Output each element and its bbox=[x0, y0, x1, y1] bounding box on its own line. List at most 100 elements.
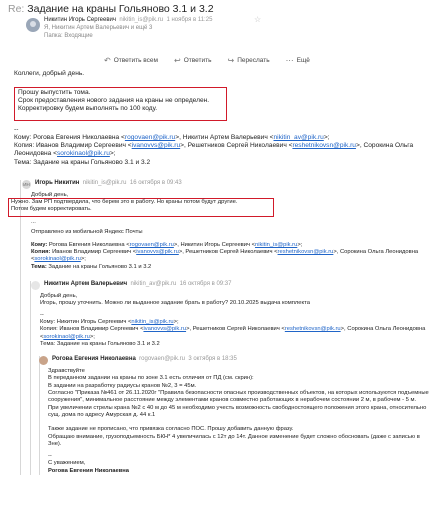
avatar bbox=[31, 281, 40, 291]
recipients-line[interactable]: Я, Никитин Артем Валерьевич и ещё 3 bbox=[44, 25, 152, 31]
meta-cc-name: Иванов Владимир Сергеевич bbox=[59, 326, 139, 333]
meta-topic-text: Задание на краны Гольяново 3.1 и 3.2 bbox=[48, 263, 152, 270]
quote-date: 16 октября в 09:37 bbox=[179, 281, 232, 288]
forward-label: Переслать bbox=[237, 56, 270, 64]
email-link[interactable]: reshetnikovsn@pik.ru bbox=[292, 142, 356, 149]
reply-line: Потом будем корректировать. bbox=[11, 206, 92, 213]
highlighted-request: Прошу выпустить тома. Срок предоставлени… bbox=[14, 87, 227, 121]
quote-email[interactable]: nikitin_is@pik.ru bbox=[83, 180, 127, 186]
meta-cc: Копия: Иванов Владимир Сергеевич <ivanov… bbox=[14, 142, 414, 158]
quote-greeting: Добрый день, bbox=[40, 293, 78, 300]
quote-header: Рогова Евгения Николаевна rogovaen@pik.r… bbox=[39, 356, 440, 366]
sender-email[interactable]: nikitin_is@pik.ru bbox=[119, 17, 163, 23]
star-icon[interactable]: ☆ bbox=[254, 15, 261, 24]
meta-cc-label: Копия: bbox=[31, 249, 51, 256]
more-icon: ⋯ bbox=[285, 55, 294, 65]
meta-cc-label: Копия: bbox=[14, 142, 35, 150]
quote-meta-topic: Тема: Задание на краны Гольяново 3.1 и 3… bbox=[40, 341, 440, 348]
quote-line: сооружения", минимальное расстояние межд… bbox=[48, 397, 417, 404]
meta-to-label: Кому: bbox=[40, 318, 56, 325]
email-link[interactable]: reshetnikovsn@pik.ru bbox=[278, 249, 334, 255]
more-button[interactable]: ⋯ Ещё bbox=[286, 56, 310, 65]
reply-all-button[interactable]: ↶ Ответить всем bbox=[104, 56, 158, 65]
meta-cc-name: , Решетников Сергей Николаевич bbox=[184, 142, 287, 150]
quote-meta-cc: Копия: Иванов Владимир Сергеевич <ivanov… bbox=[31, 249, 419, 263]
quoted-message: Никитин Артем Валерьевич nikitin_av@pik.… bbox=[30, 281, 440, 476]
reply-line: Нужно. Зам РП подтвердила, что берем это… bbox=[11, 199, 238, 205]
quote-text: Игорь, прошу уточнить. Можно ли выданное… bbox=[40, 300, 310, 307]
quote-line: Зне). bbox=[48, 440, 62, 447]
email-link[interactable]: reshetnikovsn@pik.ru bbox=[285, 326, 341, 332]
quote-email[interactable]: rogovaen@pik.ru bbox=[139, 356, 185, 362]
email-link[interactable]: rogovaen@pik.ru bbox=[125, 134, 175, 141]
email-link[interactable]: nikitin_is@pik.ru bbox=[131, 319, 173, 325]
quote-line: В задании на разработку радиусы кранов №… bbox=[48, 382, 197, 389]
email-link[interactable]: nikitin_is@pik.ru bbox=[255, 242, 297, 248]
meta-cc-name: , Сорокина Ольга Леонидовна bbox=[344, 326, 426, 333]
quote-author[interactable]: Рогова Евгения Николаевна bbox=[52, 356, 136, 362]
email-link[interactable]: nikitin_av@pik.ru bbox=[274, 134, 324, 141]
quote-line: Согласно "Приказа №461 от 26.11.2020г "П… bbox=[48, 390, 429, 397]
subject-title: Задание на краны Гольяново 3.1 и 3.2 bbox=[27, 3, 214, 15]
more-label: Ещё bbox=[296, 56, 310, 64]
quote-signature: Отправлено из мобильной Яндекс Почты bbox=[31, 228, 143, 235]
quote-meta-cc: Копия: Иванов Владимир Сергеевич <ivanov… bbox=[40, 326, 426, 340]
reply-label: Ответить bbox=[183, 56, 212, 64]
email-link[interactable]: ivanovvs@pik.ru bbox=[136, 249, 179, 255]
meta-to-name: , Никитин Игорь Сергеевич bbox=[177, 241, 251, 248]
quote-line: При увеличении стрелы крана №2 с 40 м до… bbox=[48, 404, 427, 411]
quote-line: Здравствуйте bbox=[48, 368, 85, 375]
quote-line: Также задание не прописано, что привязка… bbox=[48, 426, 294, 433]
quote-line: -- bbox=[48, 453, 52, 460]
request-line: Корректировку будем выполнять по 100 код… bbox=[18, 105, 158, 113]
forward-meta: Кому: Рогова Евгения Николаевна <rogovae… bbox=[14, 134, 434, 167]
quote-date: 16 октября в 09:43 bbox=[129, 180, 182, 186]
avatar bbox=[39, 356, 48, 366]
reply-icon: ↩ bbox=[174, 55, 181, 65]
separator: -- bbox=[40, 311, 44, 318]
meta-topic-label: Тема: bbox=[14, 158, 32, 166]
quote-header: ИН Игорь Никитин nikitin_is@pik.ru 16 ок… bbox=[22, 180, 440, 190]
meta-to-name: Никитин Игорь Сергеевич bbox=[56, 318, 127, 325]
meta-topic-text: Задание на краны Гольяново 3.1 и 3.2 bbox=[56, 340, 160, 347]
avatar: ИН bbox=[22, 180, 31, 189]
highlighted-reply: Нужно. Зам РП подтвердила, что берем это… bbox=[8, 198, 274, 217]
meta-topic: Тема: Задание на краны Гольяново 3.1 и 3… bbox=[14, 159, 434, 167]
meta-cc-name: Иванов Владимир Сергеевич bbox=[52, 249, 132, 256]
email-view: Re: Задание на краны Гольяново 3.1 и 3.2… bbox=[0, 0, 446, 512]
quote-email[interactable]: nikitin_av@pik.ru bbox=[131, 281, 177, 287]
forward-button[interactable]: ↪ Переслать bbox=[228, 56, 270, 65]
avatar[interactable] bbox=[26, 18, 40, 32]
quote-line: В переданном задании на краны по зоне 3.… bbox=[48, 375, 254, 382]
reply-button[interactable]: ↩ Ответить bbox=[174, 56, 212, 65]
meta-to: Кому: Рогова Евгения Николаевна <rogovae… bbox=[14, 134, 330, 141]
quote-line: Обращаю внимание, грузоподъемность БКН* … bbox=[48, 433, 420, 440]
meta-to-label: Кому: bbox=[31, 241, 48, 248]
quoted-message: ИН Игорь Никитин nikitin_is@pik.ru 16 ок… bbox=[20, 180, 440, 476]
email-link[interactable]: rogovaen@pik.ru bbox=[130, 242, 174, 248]
subject-prefix: Re: bbox=[8, 3, 25, 15]
request-line: Срок предоставления нового задания на кр… bbox=[18, 97, 210, 105]
meta-cc-name: , Решетников Сергей Николаевич bbox=[189, 326, 280, 333]
meta-topic-text: Задание на краны Гольяново 3.1 и 3.2 bbox=[33, 158, 151, 166]
sender-name[interactable]: Никитин Игорь Сергеевич bbox=[44, 17, 116, 23]
quote-header: Никитин Артем Валерьевич nikitin_av@pik.… bbox=[31, 281, 440, 291]
email-link[interactable]: sorokinaol@pik.ru bbox=[57, 150, 110, 157]
reply-all-label: Ответить всем bbox=[113, 56, 159, 64]
quote-author[interactable]: Игорь Никитин bbox=[35, 180, 79, 186]
meta-topic-label: Тема: bbox=[40, 340, 56, 347]
quote-date: 3 октября в 18:35 bbox=[188, 356, 237, 363]
quote-dots: ... bbox=[31, 219, 36, 226]
folder-line: Папка: Входящие bbox=[44, 33, 93, 39]
email-link[interactable]: ivanovvs@pik.ru bbox=[132, 142, 180, 149]
email-link[interactable]: ivanovvs@pik.ru bbox=[143, 326, 186, 332]
request-line: Прошу выпустить тома. bbox=[18, 89, 91, 96]
quote-line: Рогова Евгения Николаевна bbox=[48, 467, 129, 474]
quote-author[interactable]: Никитин Артем Валерьевич bbox=[44, 281, 127, 287]
meta-cc-name: Иванов Владимир Сергеевич bbox=[36, 142, 126, 150]
sender-line: Никитин Игорь Сергеевич nikitin_is@pik.r… bbox=[44, 15, 261, 24]
quoted-message: Рогова Евгения Николаевна rogovaen@pik.r… bbox=[39, 356, 440, 476]
email-link[interactable]: sorokinaol@pik.ru bbox=[34, 256, 80, 262]
email-link[interactable]: sorokinaol@pik.ru bbox=[43, 334, 89, 340]
meta-to-name: , Никитин Артем Валерьевич bbox=[179, 134, 268, 141]
